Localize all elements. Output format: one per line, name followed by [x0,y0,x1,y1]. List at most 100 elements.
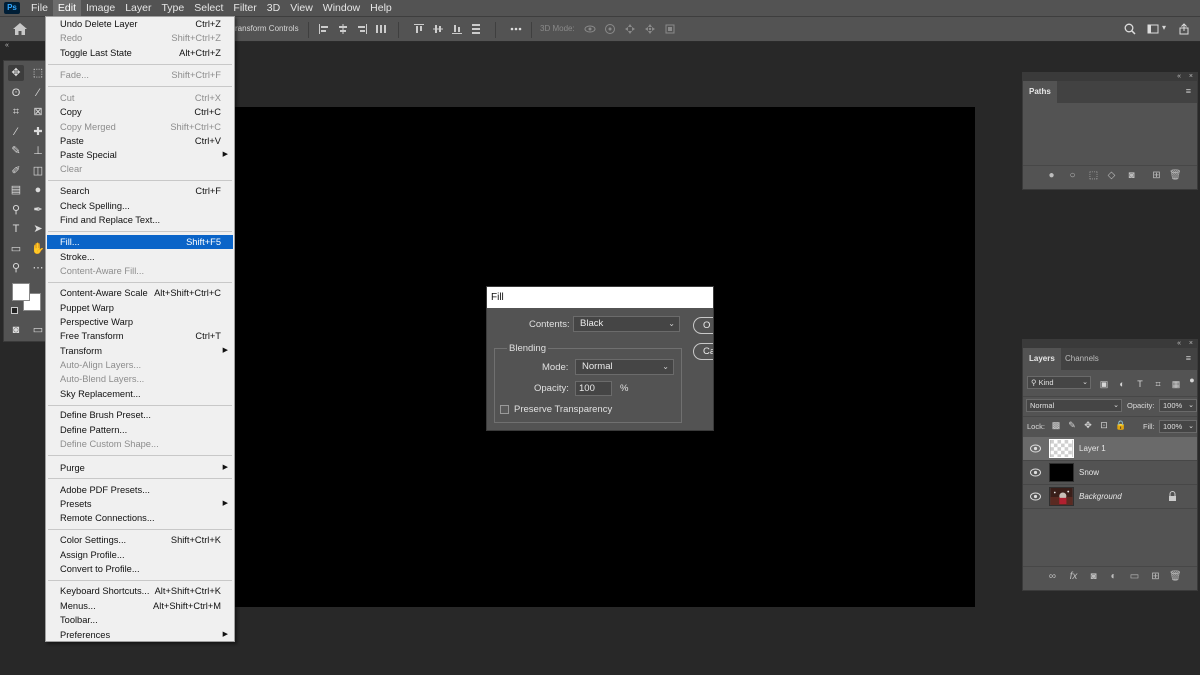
panel-menu-icon[interactable]: ≡ [1186,86,1191,96]
eye-icon[interactable] [1030,444,1041,453]
menu-filter[interactable]: Filter [228,0,261,16]
align-top-edges-icon[interactable] [413,23,425,35]
zoom-tool-icon[interactable]: ⚲ [8,260,24,276]
move-tool-icon[interactable]: ✥ [8,65,24,81]
menu-item-fade[interactable]: Fade... Shift+Ctrl+F [47,68,233,82]
align-horizontal-centers-icon[interactable] [337,23,349,35]
cancel-button[interactable]: Can [693,343,713,360]
path-selection-tool-icon[interactable]: ➤ [30,221,46,237]
lock-position-icon[interactable]: ✥ [1083,420,1093,430]
transform-controls-label[interactable]: ransform Controls [235,24,299,33]
menu-item-stroke[interactable]: Stroke... [47,250,233,264]
menu-item-perspective-warp[interactable]: Perspective Warp [47,315,233,329]
layer-name[interactable]: Background [1079,492,1122,501]
brush-tool-icon[interactable]: ✎ [8,143,24,159]
fx-icon[interactable]: fx [1068,571,1079,582]
foreground-color-swatch[interactable] [12,283,30,301]
workspace-icon[interactable] [1147,23,1159,35]
menu-item-auto-align-layers[interactable]: Auto-Align Layers... [47,358,233,372]
history-brush-tool-icon[interactable]: ✐ [8,163,24,179]
home-icon[interactable] [12,22,28,36]
smart-object-filter-icon[interactable]: ▦ [1171,379,1181,389]
menu-item-purge[interactable]: Purge ▶ [47,461,233,475]
search-icon[interactable] [1124,23,1136,35]
menu-item-presets[interactable]: Presets ▶ [47,497,233,511]
photoshop-app-icon[interactable]: Ps [4,2,20,14]
lock-artboard-icon[interactable]: ⊡ [1099,420,1109,430]
lock-image-icon[interactable]: ✎ [1067,420,1077,430]
delete-icon[interactable]: 🗑 [1169,170,1182,181]
lasso-tool-icon[interactable]: ʘ [8,85,24,101]
fill-path-icon[interactable]: ● [1046,170,1057,181]
new-group-icon[interactable]: ▭ [1129,571,1140,582]
menu-item-toggle-last-state[interactable]: Toggle Last State Alt+Ctrl+Z [47,46,233,60]
align-left-edges-icon[interactable] [318,23,330,35]
menu-item-undo-delete-layer[interactable]: Undo Delete Layer Ctrl+Z [47,17,233,31]
menu-item-define-pattern[interactable]: Define Pattern... [47,423,233,437]
menu-item-transform[interactable]: Transform ▶ [47,344,233,358]
collapse-left-icon[interactable]: « [5,42,9,49]
menu-item-cut[interactable]: Cut Ctrl+X [47,91,233,105]
contents-select[interactable]: Black ⌄ [573,316,680,332]
menu-select[interactable]: Select [189,0,228,16]
menu-item-copy[interactable]: Copy Ctrl+C [47,105,233,119]
menu-item-define-custom-shape[interactable]: Define Custom Shape... [47,437,233,451]
layer-row-layer-1[interactable]: Layer 1 [1023,437,1197,461]
menu-help[interactable]: Help [365,0,397,16]
menu-item-paste[interactable]: Paste Ctrl+V [47,134,233,148]
lock-transparent-icon[interactable]: ▩ [1051,420,1061,430]
roll-3d-icon[interactable] [604,23,616,35]
ok-button[interactable]: O [693,317,713,334]
layer-row-background[interactable]: Background [1023,485,1197,509]
lock-all-icon[interactable]: 🔒 [1115,420,1126,430]
kind-filter-select[interactable]: ⚲ Kind ⌄ [1027,376,1091,389]
menu-image[interactable]: Image [81,0,120,16]
collapse-icon[interactable]: « [1177,73,1181,81]
pixel-filter-icon[interactable]: ▣ [1099,379,1109,389]
menu-item-toolbar[interactable]: Toolbar... [47,613,233,627]
quick-select-tool-icon[interactable]: ⁄ [30,85,46,101]
clone-stamp-tool-icon[interactable]: ⊥ [30,143,46,159]
preserve-transparency-checkbox[interactable] [500,405,509,414]
rectangle-tool-icon[interactable]: ▭ [8,241,24,257]
eye-icon[interactable] [1030,492,1041,501]
close-icon[interactable]: × [1189,340,1193,348]
menu-item-assign-profile[interactable]: Assign Profile... [47,548,233,562]
default-colors-icon[interactable] [11,307,18,314]
menu-item-free-transform[interactable]: Free Transform Ctrl+T [47,329,233,343]
stroke-path-icon[interactable]: ○ [1067,170,1078,181]
tab-layers[interactable]: Layers [1023,348,1061,370]
new-path-icon[interactable]: ⊞ [1151,170,1162,181]
type-filter-icon[interactable]: T [1135,379,1145,389]
more-options-icon[interactable] [510,23,522,35]
workspace-dropdown-icon[interactable]: ▾ [1162,23,1166,32]
close-icon[interactable]: × [1189,73,1193,81]
screen-mode-icon[interactable]: ▭ [30,322,46,338]
menu-view[interactable]: View [285,0,318,16]
menu-3d[interactable]: 3D [262,0,285,16]
gradient-tool-icon[interactable]: ▤ [8,182,24,198]
menu-file[interactable]: File [26,0,53,16]
align-right-edges-icon[interactable] [356,23,368,35]
menu-item-search[interactable]: Search Ctrl+F [47,184,233,198]
menu-window[interactable]: Window [318,0,365,16]
tab-channels[interactable]: Channels [1059,348,1105,370]
distribute-rows-icon[interactable] [470,23,482,35]
type-tool-icon[interactable]: T [8,221,24,237]
link-layers-icon[interactable]: ∞ [1047,571,1058,582]
eraser-tool-icon[interactable]: ◫ [30,163,46,179]
hand-tool-icon[interactable]: ✋ [30,241,46,257]
menu-item-keyboard-shortcuts[interactable]: Keyboard Shortcuts... Alt+Shift+Ctrl+K [47,584,233,598]
menu-item-content-aware-scale[interactable]: Content-Aware Scale Alt+Shift+Ctrl+C [47,286,233,300]
orbit-3d-icon[interactable] [584,23,596,35]
tab-paths[interactable]: Paths [1023,81,1057,103]
mode-select[interactable]: Normal ⌄ [575,359,674,375]
collapse-icon[interactable]: « [1177,340,1181,348]
preserve-transparency-label[interactable]: Preserve Transparency [514,404,612,415]
eye-icon[interactable] [1030,468,1041,477]
panel-menu-icon[interactable]: ≡ [1186,353,1191,363]
blend-mode-select[interactable]: Normal ⌄ [1026,399,1122,412]
frame-tool-icon[interactable]: ⊠ [30,104,46,120]
menu-item-convert-to-profile[interactable]: Convert to Profile... [47,562,233,576]
slide-3d-icon[interactable] [644,23,656,35]
